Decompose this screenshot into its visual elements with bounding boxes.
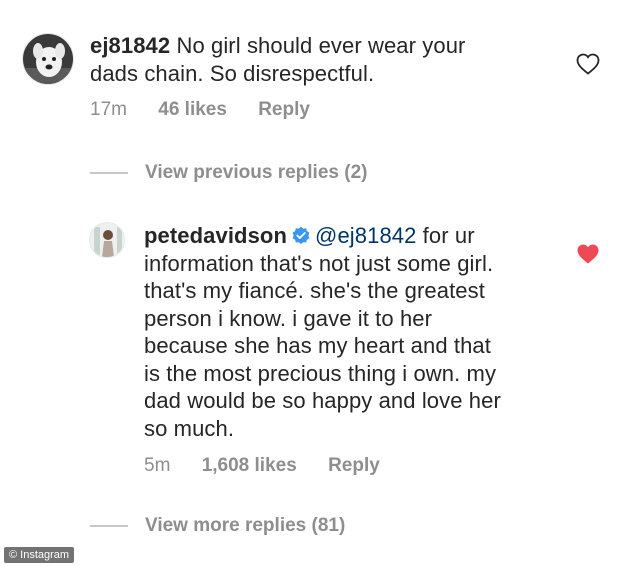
- comment-body-line: information that's not just some girl.: [144, 250, 494, 276]
- comment-body-line: dad would be so happy and love her: [144, 388, 501, 413]
- comment-likes[interactable]: 1,608 likes: [202, 455, 297, 476]
- mention-link[interactable]: @ej81842: [315, 223, 416, 248]
- like-heart-icon[interactable]: [576, 53, 600, 75]
- view-previous-replies-button[interactable]: View previous replies (2): [90, 162, 367, 184]
- comment-meta: 5m 1,608 likes Reply: [144, 455, 406, 477]
- comment-body-line: for ur: [422, 223, 475, 248]
- verified-badge-icon: [292, 226, 310, 244]
- avatar[interactable]: [89, 222, 125, 258]
- comment-body-line: that's my fiancé. she's the greatest: [144, 278, 485, 303]
- view-more-replies-button[interactable]: View more replies (81): [90, 515, 345, 537]
- divider: [90, 172, 128, 174]
- comment-body-line: is the most precious thing i own. my: [144, 360, 497, 386]
- divider: [90, 525, 128, 527]
- view-more-replies-label: View more replies (81): [145, 515, 346, 536]
- liked-heart-icon[interactable]: [576, 243, 600, 265]
- instagram-watermark: © Instagram: [4, 547, 75, 563]
- comment-meta: 17m 46 likes Reply: [90, 99, 336, 121]
- comment-likes[interactable]: 46 likes: [158, 99, 227, 120]
- comment-body-line: person i know. i gave it to her: [144, 305, 433, 331]
- comment-body-line2: dads chain. So disrespectful.: [90, 60, 375, 86]
- comment-body-line1: No girl should ever wear your: [176, 33, 466, 58]
- avatar[interactable]: [22, 33, 74, 85]
- person-avatar-icon: [90, 223, 124, 257]
- dog-avatar-icon: [23, 34, 73, 84]
- comment-body-line: because she has my heart and that: [144, 333, 491, 358]
- comment-body-line: so much.: [144, 415, 235, 441]
- reply-button[interactable]: Reply: [328, 455, 380, 476]
- reply-button[interactable]: Reply: [258, 99, 310, 120]
- comment-username[interactable]: ej81842: [90, 33, 170, 58]
- comment-time: 5m: [144, 455, 171, 476]
- comment-username[interactable]: petedavidson: [144, 223, 287, 248]
- comment-time: 17m: [90, 99, 127, 120]
- view-previous-replies-label: View previous replies (2): [145, 162, 368, 183]
